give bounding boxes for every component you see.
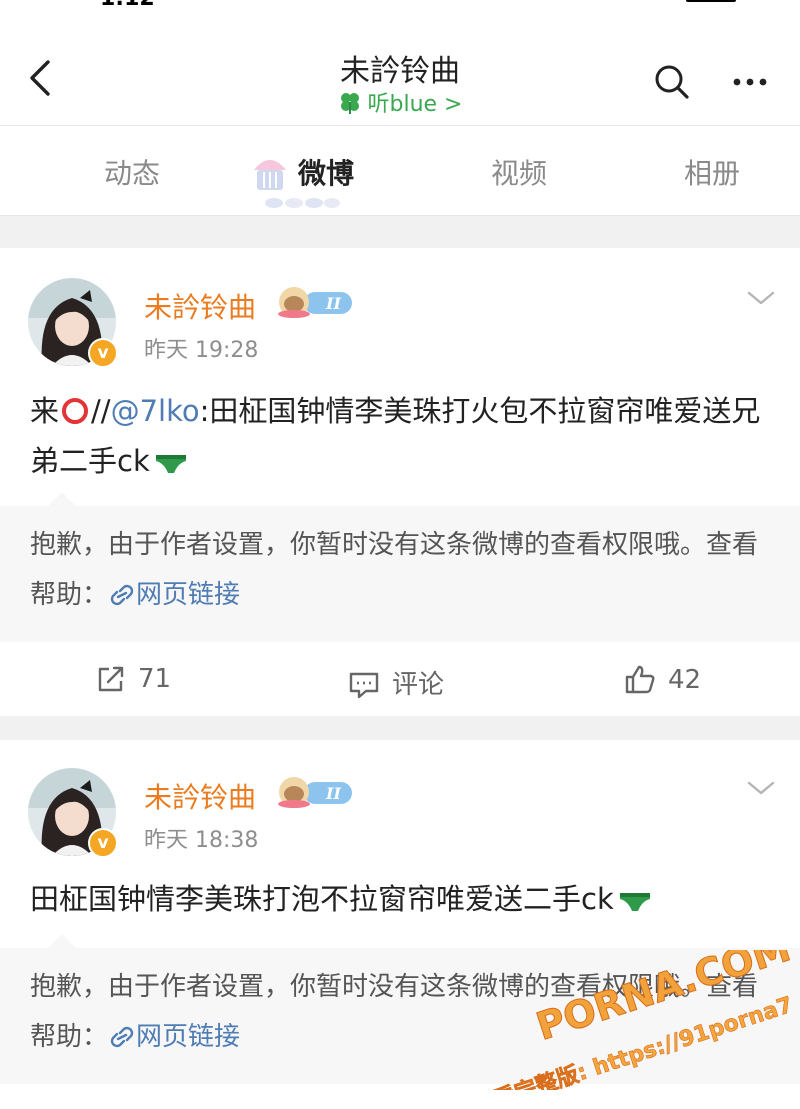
action-bar: 71 评论 42 xyxy=(0,644,800,716)
comment-icon xyxy=(349,672,379,699)
post-text: 来//@7lko:田柾国钟情李美珠打火包不拉窗帘唯爱送兄弟二手ck xyxy=(30,386,770,486)
chevron-down-icon[interactable] xyxy=(746,288,776,308)
music-status-label: 听blue > xyxy=(367,92,463,117)
comment-label: 评论 xyxy=(392,670,445,700)
verified-badge: v xyxy=(88,338,118,368)
cupcake-icon xyxy=(254,160,286,190)
tab-album[interactable]: 相册 xyxy=(684,152,740,192)
author-name[interactable]: 未訡铃曲 xyxy=(144,286,256,326)
web-link[interactable]: 网页链接 xyxy=(108,580,240,610)
quote-box[interactable]: 抱歉，由于作者设置，你暂时没有这条微博的查看权限哦。查看帮助： 网页链接 xyxy=(0,492,800,642)
post-text-body: 田柾国钟情李美珠打泡不拉窗帘唯爱送二手ck xyxy=(30,882,614,916)
post-text: 田柾国钟情李美珠打泡不拉窗帘唯爱送二手ck xyxy=(30,874,770,924)
repost-button[interactable]: 71 xyxy=(96,664,171,694)
repost-separator: // xyxy=(91,394,111,428)
like-count: 42 xyxy=(668,665,702,695)
thumbs-up-icon xyxy=(625,665,655,694)
quote-notch xyxy=(48,492,76,506)
repost-icon xyxy=(98,666,124,692)
post-text-prefix: 来 xyxy=(30,394,60,428)
level-badge: II xyxy=(278,777,352,808)
quote-notch xyxy=(48,934,76,948)
post-card: v 未訡铃曲 II 昨天 19:28 来//@7lko:田柾国钟情李美珠打火包不… xyxy=(0,248,800,716)
tab-weibo[interactable]: 微博 xyxy=(298,152,354,192)
clover-icon xyxy=(340,93,359,114)
more-icon[interactable] xyxy=(730,62,770,102)
red-circle-emoji-icon xyxy=(62,398,89,424)
sparkle-icon xyxy=(265,198,340,208)
verified-badge: v xyxy=(88,828,118,858)
author-name[interactable]: 未訡铃曲 xyxy=(144,776,256,816)
svg-text:II: II xyxy=(325,784,341,803)
post-time: 昨天 19:28 xyxy=(144,338,259,363)
like-button[interactable]: 42 xyxy=(624,664,701,695)
underwear-emoji-icon xyxy=(155,455,186,473)
web-link-label: 网页链接 xyxy=(136,1022,241,1052)
search-icon[interactable] xyxy=(652,62,692,102)
mention-link[interactable]: @7lko xyxy=(111,394,200,428)
web-link-label: 网页链接 xyxy=(136,580,241,610)
repost-count: 71 xyxy=(138,664,172,694)
watermark: PORNA.COM 看完整版: https://91porna79.com xyxy=(490,950,790,1090)
tab-video[interactable]: 视频 xyxy=(491,152,547,192)
web-link[interactable]: 网页链接 xyxy=(108,1022,240,1052)
comment-button[interactable]: 评论 xyxy=(348,664,444,701)
profile-tabs: 动态 微博 视频 相册 xyxy=(0,126,800,216)
status-icons xyxy=(686,0,736,2)
level-badge: II xyxy=(278,287,352,318)
link-icon xyxy=(110,584,134,606)
status-bar: 1:12 xyxy=(0,0,800,11)
svg-text:II: II xyxy=(325,294,341,313)
quote-text: 抱歉，由于作者设置，你暂时没有这条微博的查看权限哦。查看帮助： 网页链接 xyxy=(30,520,770,620)
post-time: 昨天 18:38 xyxy=(144,828,259,853)
tab-dynamic[interactable]: 动态 xyxy=(104,152,160,192)
link-icon xyxy=(110,1026,134,1048)
underwear-emoji-icon xyxy=(619,893,650,911)
profile-header: 未訡铃曲 听blue > xyxy=(0,10,800,126)
chevron-down-icon[interactable] xyxy=(746,778,776,798)
